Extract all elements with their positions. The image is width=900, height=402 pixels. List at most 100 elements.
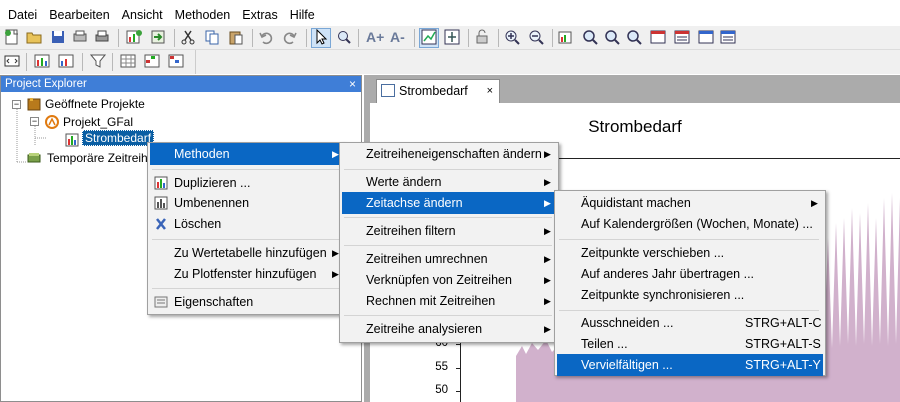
temp-books-icon [27, 153, 41, 163]
menu-methoden[interactable]: Methoden [169, 0, 237, 26]
menu-bearbeiten[interactable]: Bearbeiten [43, 0, 115, 26]
y-tick-label: 50 [435, 384, 448, 396]
magnify-week-icon[interactable] [604, 29, 620, 45]
projects-folder-icon [27, 98, 41, 111]
menu-item-change-time-axis[interactable]: Zeitachse ändern ▶ [342, 192, 556, 214]
undo-icon[interactable] [258, 29, 274, 45]
menu-item-multiply[interactable]: Vervielfältigen ... STRG+ALT-Y [557, 354, 823, 376]
menu-item-link[interactable]: Verknüpfen von Zeitreihen ▶ [342, 269, 556, 291]
menu-item-series-props[interactable]: Zeitreiheneigenschaften ändern ▶ [342, 143, 556, 165]
chart-zoom-icon[interactable] [558, 29, 574, 45]
duplicate-icon [154, 176, 168, 190]
import-icon[interactable] [150, 29, 166, 45]
tab-label: Strombedarf [399, 84, 468, 98]
tree-item-temp[interactable]: Temporäre Zeitreihen [47, 149, 161, 167]
menu-item-label: Zu Plotfenster hinzufügen [174, 267, 317, 281]
font-increase-icon[interactable]: A+ [366, 29, 384, 45]
menu-extras[interactable]: Extras [236, 0, 283, 26]
menu-item-shift[interactable]: Zeitpunkte verschieben ... [557, 242, 823, 264]
calendar-year-icon[interactable] [720, 29, 736, 45]
new-project-icon[interactable] [4, 29, 20, 45]
line-chart-icon [421, 29, 437, 45]
menu-item-filter[interactable]: Zeitreihen filtern ▶ [342, 220, 556, 242]
bar-chart-icon[interactable] [444, 29, 460, 45]
menu-item-sync[interactable]: Zeitpunkte synchronisieren ... [557, 284, 823, 306]
calendar-month-icon[interactable] [698, 29, 714, 45]
menu-item-duplicate[interactable]: Duplizieren ... [150, 172, 342, 194]
zoom-select-icon[interactable] [336, 29, 352, 45]
close-icon[interactable]: × [349, 76, 356, 92]
menu-datei[interactable]: Datei [2, 0, 43, 26]
menu-item-label: Zeitpunkte synchronisieren ... [581, 288, 745, 302]
submenu-arrow-icon: ▶ [544, 198, 551, 208]
menu-item-equidistant[interactable]: Äquidistant machen ▶ [557, 192, 823, 214]
menu-separator [344, 315, 552, 316]
magnify-day-icon[interactable] [582, 29, 598, 45]
font-decrease-icon[interactable]: A- [390, 29, 405, 45]
open-folder-icon[interactable] [26, 29, 42, 45]
menu-hilfe[interactable]: Hilfe [284, 0, 321, 26]
collapse-toggle[interactable]: − [12, 100, 21, 109]
menu-item-label: Teilen ... [581, 337, 628, 351]
tree-item-open-projects[interactable]: Geöffnete Projekte [45, 95, 145, 113]
menu-item-label: Duplizieren ... [174, 176, 251, 190]
zoom-out-icon[interactable] [528, 29, 544, 45]
menu-item-label: Löschen [174, 217, 222, 231]
collapse-toggle[interactable]: − [30, 117, 39, 126]
menu-item-shortcut: STRG+ALT-S [745, 337, 821, 351]
column-chart-icon[interactable] [34, 53, 50, 69]
tree-item-strombedarf[interactable]: Strombedarf [82, 130, 155, 148]
project-icon [45, 115, 59, 129]
plot-tabstrip: Strombedarf × [364, 75, 900, 103]
table-view-icon[interactable] [120, 53, 136, 69]
close-icon[interactable]: × [487, 80, 493, 102]
table-color-icon[interactable] [144, 53, 160, 69]
menu-item-split[interactable]: Teilen ... STRG+ALT-S [557, 333, 823, 355]
menu-item-delete[interactable]: Löschen [150, 213, 342, 235]
redo-icon[interactable] [282, 29, 298, 45]
bracket-select-icon[interactable] [4, 53, 20, 69]
save-icon[interactable] [50, 29, 66, 45]
menu-item-calc[interactable]: Rechnen mit Zeitreihen ▶ [342, 290, 556, 312]
tab-strombedarf[interactable]: Strombedarf × [376, 79, 500, 103]
calendar-week-icon[interactable] [674, 29, 690, 45]
print-preview-icon[interactable] [72, 29, 88, 45]
add-chart-icon[interactable] [126, 29, 142, 45]
main-toolbar: A+ A- [0, 26, 900, 50]
menu-item-rename[interactable]: Umbenennen [150, 192, 342, 214]
menu-item-analyze[interactable]: Zeitreihe analysieren ▶ [342, 318, 556, 340]
y-tick [456, 391, 460, 392]
menu-item-convert[interactable]: Zeitreihen umrechnen ▶ [342, 248, 556, 270]
cut-icon[interactable] [180, 29, 196, 45]
menu-item-label: Zeitreihen umrechnen [366, 252, 488, 266]
menu-separator [344, 245, 552, 246]
tree-item-strombedarf-label: Strombedarf [82, 130, 155, 146]
lock-icon[interactable] [474, 29, 490, 45]
menu-item-cut[interactable]: Ausschneiden ... STRG+ALT-C [557, 312, 823, 334]
menu-item-label: Zeitreiheneigenschaften ändern [366, 147, 542, 161]
menu-item-calendar[interactable]: Auf Kalendergrößen (Wochen, Monate) ... [557, 213, 823, 235]
paste-icon[interactable] [228, 29, 244, 45]
menu-item-add-table[interactable]: Zu Wertetabelle hinzufügen ▶ [150, 242, 342, 264]
filter-icon[interactable] [90, 53, 106, 69]
grid-chart-icon[interactable] [58, 53, 74, 69]
copy-icon[interactable] [204, 29, 220, 45]
menu-separator [152, 239, 340, 240]
menu-ansicht[interactable]: Ansicht [116, 0, 169, 26]
submenu-arrow-icon: ▶ [544, 226, 551, 236]
menu-item-other-year[interactable]: Auf anderes Jahr übertragen ... [557, 263, 823, 285]
menu-item-methoden[interactable]: Methoden ▶ [150, 143, 342, 165]
tree-item-project[interactable]: Projekt_GFal [63, 113, 133, 131]
menu-item-change-values[interactable]: Werte ändern ▶ [342, 171, 556, 193]
zoom-in-icon[interactable] [504, 29, 520, 45]
calendar-day-icon[interactable] [650, 29, 666, 45]
menu-item-shortcut: STRG+ALT-Y [745, 358, 821, 372]
project-explorer-title-text: Project Explorer [5, 78, 87, 90]
menu-item-add-plot[interactable]: Zu Plotfenster hinzufügen ▶ [150, 263, 342, 285]
table-compare-icon[interactable] [168, 53, 184, 69]
menu-item-label: Zeitreihe analysieren [366, 322, 483, 336]
menu-item-properties[interactable]: Eigenschaften [150, 291, 342, 313]
submenu-arrow-icon: ▶ [544, 149, 551, 159]
magnify-month-icon[interactable] [626, 29, 642, 45]
print-icon[interactable] [94, 29, 110, 45]
